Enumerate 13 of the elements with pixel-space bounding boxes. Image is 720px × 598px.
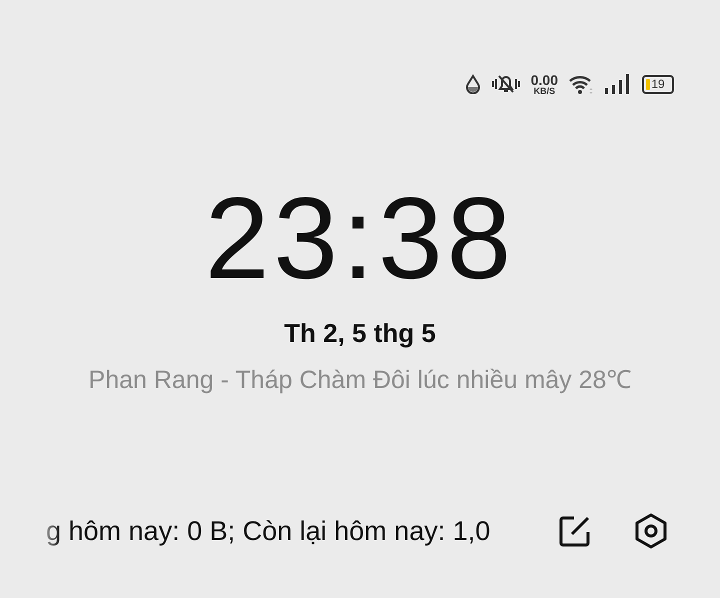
battery-level: 19 (651, 78, 665, 90)
edit-icon[interactable] (558, 514, 592, 548)
network-speed: 0.00 (530, 72, 558, 86)
weather: Phan Rang - Tháp Chàm Đôi lúc nhiều mây 28℃ (88, 365, 632, 395)
clock-time: 23:38 (204, 180, 516, 296)
wifi-icon (568, 73, 594, 95)
muted-bell-icon (490, 73, 521, 95)
date: Th 2, 5 thg 5 (284, 318, 436, 349)
speed-unit: KB/S (534, 86, 556, 96)
settings-icon[interactable] (634, 513, 668, 549)
signal-icon (604, 73, 630, 95)
water-drop-icon (464, 74, 481, 94)
data-usage-text: g hôm nay: 0 B; Còn lại hôm nay: 1,0 (46, 516, 490, 546)
